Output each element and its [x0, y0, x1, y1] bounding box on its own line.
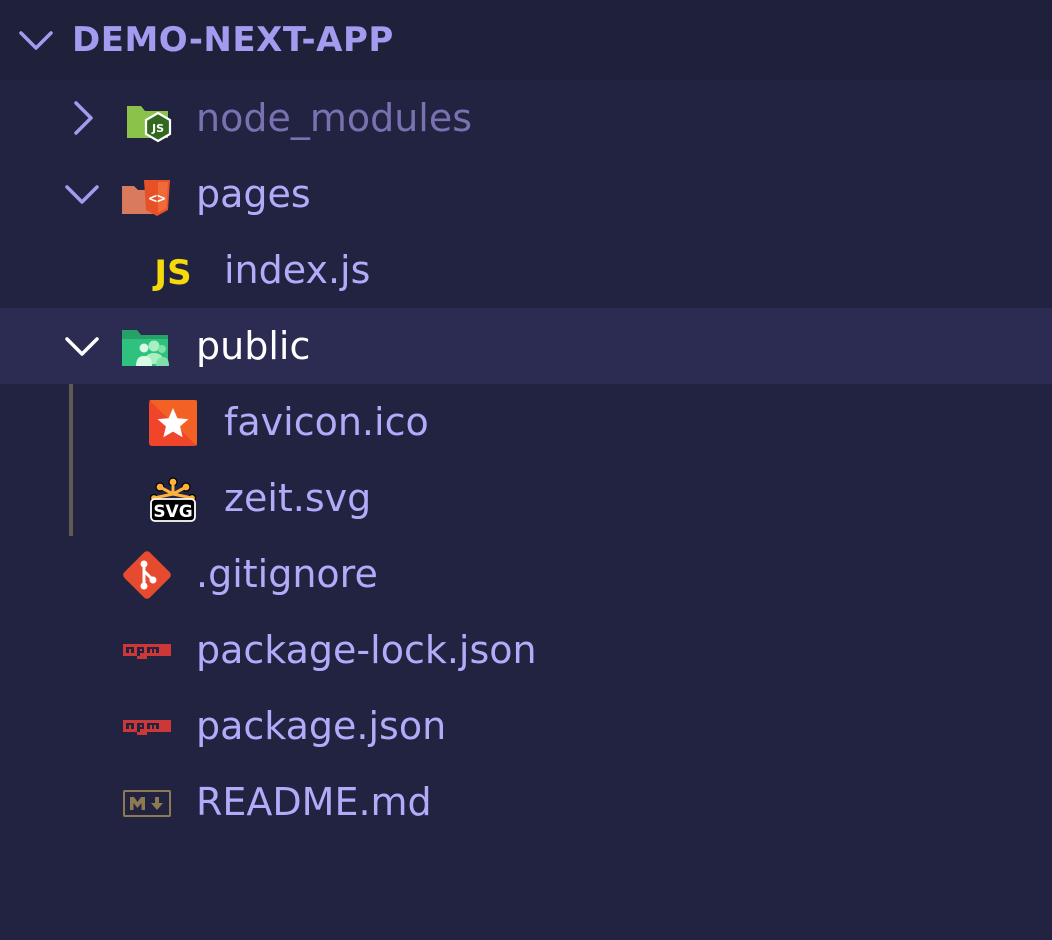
tree-item-label: pages	[196, 172, 311, 216]
public-folder-icon	[122, 330, 169, 366]
tree-item-label: README.md	[196, 780, 432, 824]
tree-item-label: public	[196, 324, 311, 368]
chevron-right-icon[interactable]	[64, 100, 100, 136]
svg-file-icon: SVG	[149, 477, 197, 522]
svg-text:SVG: SVG	[153, 502, 192, 522]
explorer-header[interactable]: DEMO-NEXT-APP	[0, 0, 1052, 80]
chevron-down-icon[interactable]	[18, 22, 54, 58]
tree-item-label: zeit.svg	[224, 476, 372, 520]
tree-item-label: package.json	[196, 704, 447, 748]
tree-item-public[interactable]: public	[0, 308, 1052, 384]
svg-text:JS: JS	[152, 253, 191, 293]
file-explorer: DEMO-NEXT-APP JS node_modules <> pages J…	[0, 0, 1052, 940]
markdown-icon	[123, 790, 171, 817]
nodejs-folder-icon: JS	[127, 106, 172, 143]
javascript-file-icon: JS	[152, 253, 191, 293]
project-title: DEMO-NEXT-APP	[72, 20, 394, 60]
tree-item-node-modules[interactable]: JS node_modules	[0, 80, 1052, 156]
chevron-down-icon[interactable]	[64, 328, 100, 364]
npm-icon	[123, 720, 171, 735]
tree-item-label: package-lock.json	[196, 628, 537, 672]
svg-text:JS: JS	[151, 122, 164, 135]
chevron-down-icon[interactable]	[64, 176, 100, 212]
tree-item-package-lock-json[interactable]: package-lock.json	[0, 612, 1052, 688]
tree-item-label: .gitignore	[196, 552, 378, 596]
tree-item-favicon-ico[interactable]: favicon.ico	[0, 384, 1052, 460]
favicon-star-icon	[149, 400, 197, 446]
tree-item-label: favicon.ico	[224, 400, 429, 444]
svg-text:<>: <>	[149, 191, 166, 207]
tree-item-zeit-svg[interactable]: SVG zeit.svg	[0, 460, 1052, 536]
tree-item-label: node_modules	[196, 96, 473, 140]
tree-item-label: index.js	[224, 248, 371, 292]
html-folder-icon: <>	[122, 180, 170, 216]
git-icon	[123, 551, 171, 599]
tree-item-pages[interactable]: <> pages	[0, 156, 1052, 232]
tree-item-package-json[interactable]: package.json	[0, 688, 1052, 764]
npm-icon	[123, 644, 171, 659]
tree-item-gitignore[interactable]: .gitignore	[0, 536, 1052, 612]
tree-item-index-js[interactable]: JS index.js	[0, 232, 1052, 308]
tree-item-readme-md[interactable]: README.md	[0, 764, 1052, 840]
